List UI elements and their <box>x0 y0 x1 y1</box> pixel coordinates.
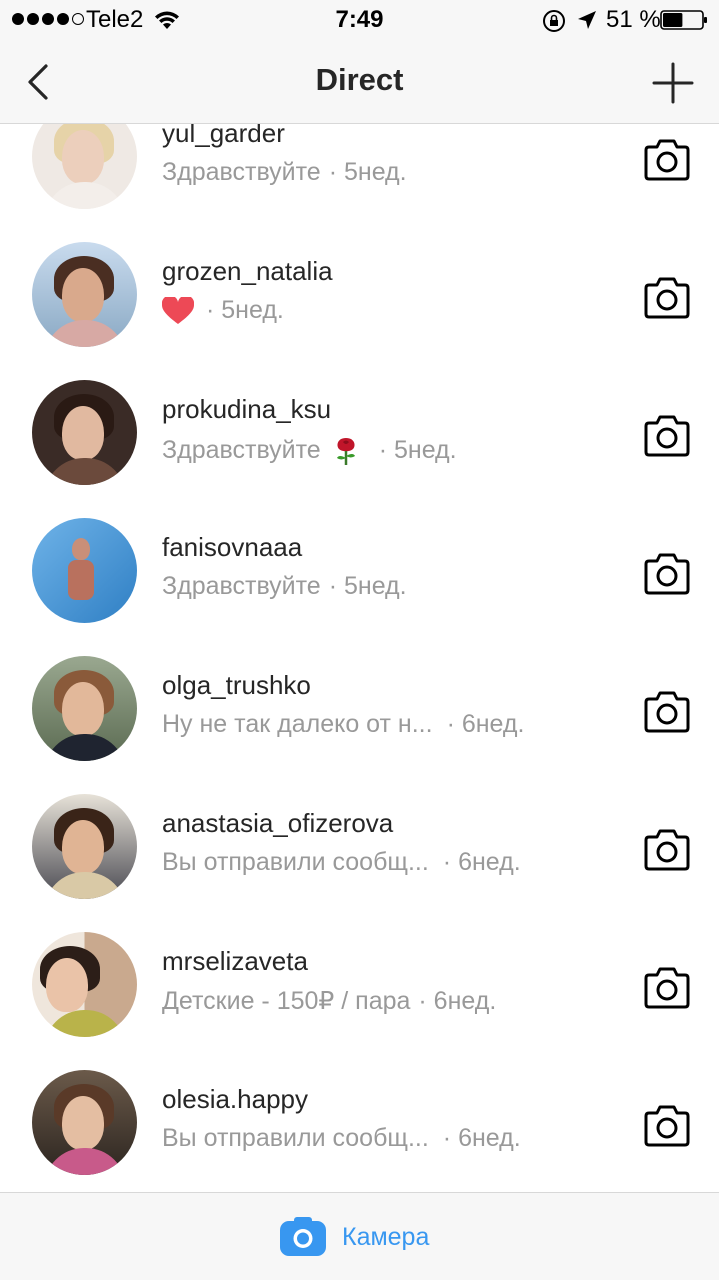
thread-row[interactable]: mrselizaveta Детские - 150₽ / пара · 6не… <box>0 916 719 1054</box>
thread-row[interactable]: olesia.happy Вы отправили сообщ... · 6не… <box>0 1054 719 1192</box>
thread-row[interactable]: yul_garder Здравствуйте · 5нед. <box>0 124 719 226</box>
camera-reply-button[interactable] <box>642 966 692 1010</box>
thread-username: anastasia_ofizerova <box>162 808 394 838</box>
page-title: Direct <box>315 62 404 97</box>
thread-username: olga_trushko <box>162 670 311 700</box>
new-message-button[interactable] <box>650 60 696 106</box>
bottom-bar[interactable]: Камера <box>0 1192 719 1280</box>
camera-icon <box>644 691 690 733</box>
avatar <box>32 124 137 209</box>
avatar <box>32 518 137 623</box>
thread-preview: Вы отправили сообщ... · 6нед. <box>162 1124 521 1153</box>
thread-message: Вы отправили сообщ... <box>162 1124 429 1152</box>
thread-time: · 5нед. <box>328 158 407 186</box>
camera-reply-button[interactable] <box>642 276 692 320</box>
thread-preview: Детские - 150₽ / пара · 6нед. <box>162 986 496 1016</box>
thread-time: · 6нед. <box>446 710 525 738</box>
camera-icon <box>644 139 690 181</box>
rose-emoji-icon <box>336 438 355 465</box>
thread-username: yul_garder <box>162 124 285 148</box>
plus-icon <box>652 62 694 104</box>
camera-reply-button[interactable] <box>642 552 692 596</box>
thread-message: Здравствуйте <box>162 572 321 600</box>
camera-icon <box>644 415 690 457</box>
camera-icon <box>644 829 690 871</box>
camera-reply-button[interactable] <box>642 138 692 182</box>
thread-preview: Здравствуйте · 5нед. <box>162 572 407 601</box>
thread-preview: Здравствуйте · 5нед. <box>162 158 407 187</box>
thread-message: Вы отправили сообщ... <box>162 848 429 876</box>
thread-time: · 6нед. <box>442 1124 521 1152</box>
thread-preview: · 5нед. <box>162 296 284 325</box>
thread-message: Здравствуйте <box>162 158 321 186</box>
thread-preview: Здравствуйте · 5нед. <box>162 434 457 466</box>
heart-emoji-icon <box>162 296 194 324</box>
thread-username: mrselizaveta <box>162 946 308 976</box>
avatar <box>32 380 137 485</box>
thread-list[interactable]: yul_garder Здравствуйте · 5нед. grozen_n… <box>0 124 719 1192</box>
thread-time: · 5нед. <box>328 572 407 600</box>
thread-time: · 5нед. <box>378 435 457 464</box>
battery-percent: 51 % <box>606 6 661 33</box>
avatar <box>32 656 137 761</box>
thread-message: Детские - 150₽ / пара <box>162 987 411 1015</box>
thread-username: fanisovnaaa <box>162 532 303 562</box>
nav-bar: Direct <box>0 40 719 124</box>
rotation-lock-icon <box>543 10 565 32</box>
thread-username: grozen_natalia <box>162 256 333 286</box>
battery-icon <box>660 10 707 30</box>
camera-icon <box>644 967 690 1009</box>
camera-reply-button[interactable] <box>642 690 692 734</box>
camera-reply-button[interactable] <box>642 414 692 458</box>
thread-row[interactable]: olga_trushko Ну не так далеко от н... · … <box>0 640 719 778</box>
thread-username: prokudina_ksu <box>162 394 332 424</box>
thread-time: · 5нед. <box>206 296 284 324</box>
avatar <box>32 794 137 899</box>
camera-icon[interactable] <box>279 1217 327 1257</box>
camera-icon <box>644 277 690 319</box>
avatar <box>32 1070 137 1175</box>
thread-username: olesia.happy <box>162 1084 308 1114</box>
thread-message: Ну не так далеко от н... <box>162 710 433 738</box>
thread-row[interactable]: grozen_natalia · 5нед. <box>0 226 719 364</box>
camera-icon <box>644 553 690 595</box>
thread-preview: Ну не так далеко от н... · 6нед. <box>162 710 524 739</box>
thread-message: Здравствуйте <box>162 435 321 464</box>
status-bar: Tele2 7:49 51 % <box>0 0 719 40</box>
thread-time: · 6нед. <box>442 848 521 876</box>
avatar <box>32 242 137 347</box>
thread-time: · 6нед. <box>418 986 497 1015</box>
thread-row[interactable]: fanisovnaaa Здравствуйте · 5нед. <box>0 502 719 640</box>
location-arrow-icon <box>578 11 596 29</box>
camera-reply-button[interactable] <box>642 828 692 872</box>
avatar <box>32 932 137 1037</box>
thread-row[interactable]: anastasia_ofizerova Вы отправили сообщ..… <box>0 778 719 916</box>
thread-preview: Вы отправили сообщ... · 6нед. <box>162 848 521 877</box>
camera-reply-button[interactable] <box>642 1104 692 1148</box>
camera-icon <box>644 1105 690 1147</box>
thread-row[interactable]: prokudina_ksu Здравствуйте · 5нед. <box>0 364 719 502</box>
camera-label[interactable]: Камера <box>342 1223 429 1252</box>
